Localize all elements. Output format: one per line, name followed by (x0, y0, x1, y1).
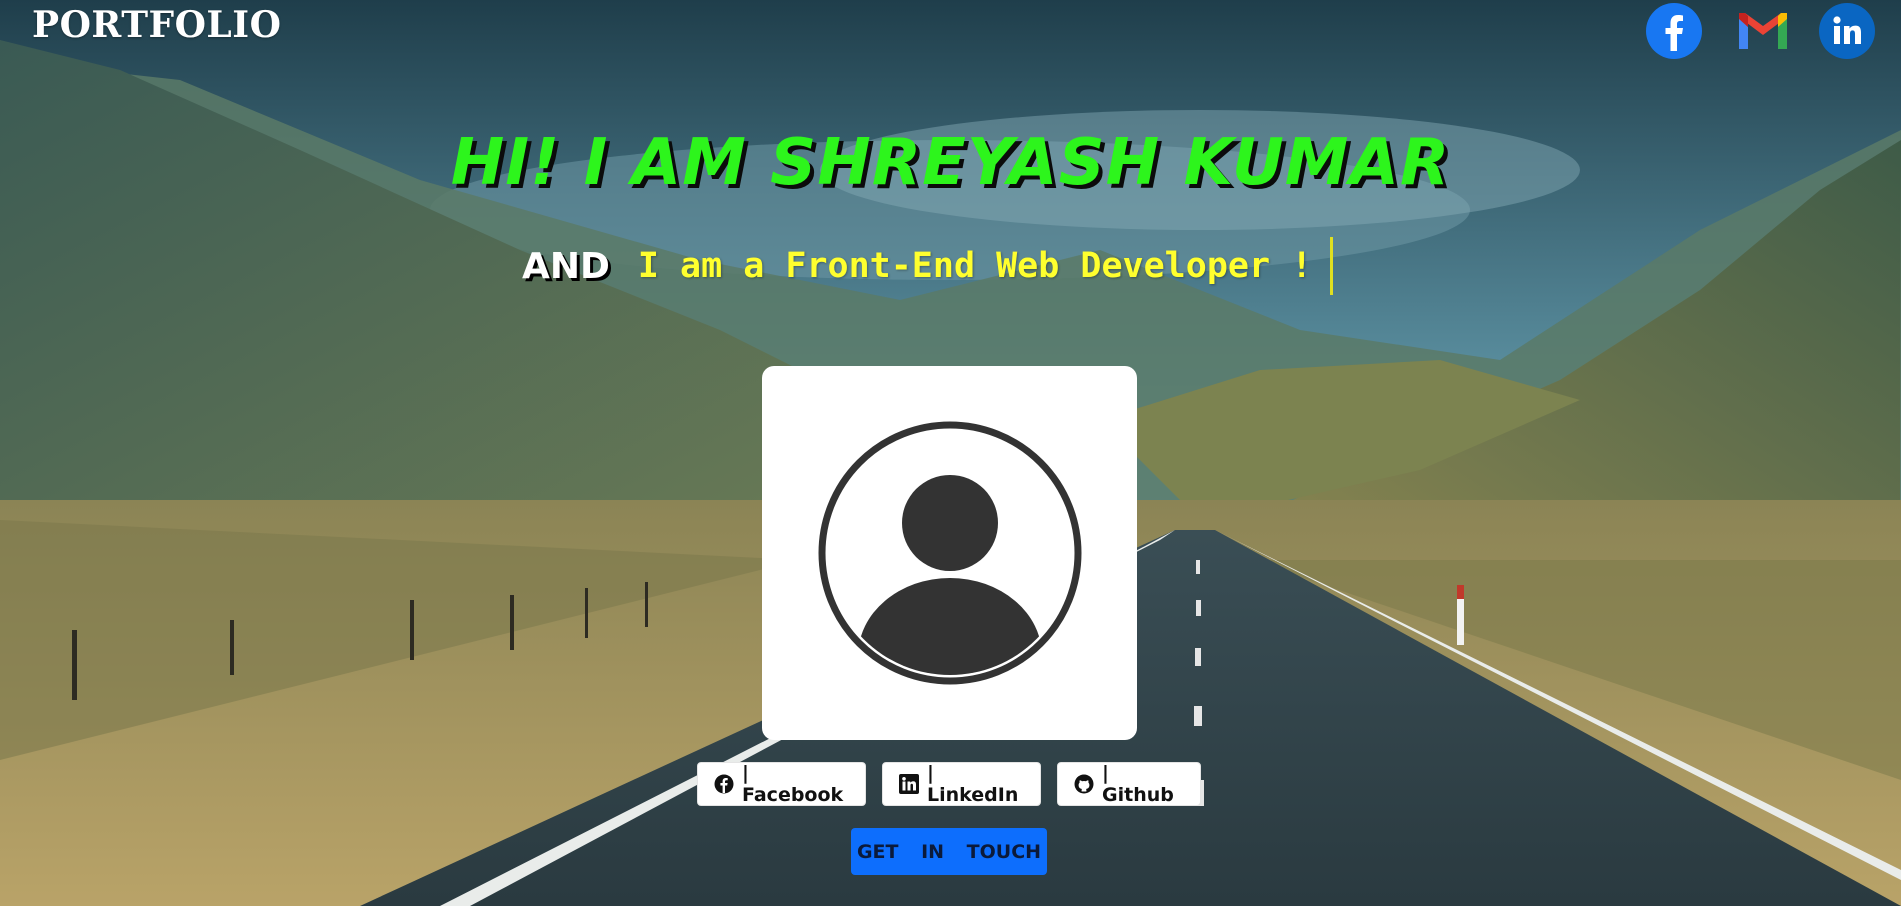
user-avatar-icon (818, 421, 1081, 685)
brand-logo[interactable]: PORTFOLIO (32, 4, 281, 46)
profile-avatar-card (762, 366, 1137, 740)
facebook-link-label: | Facebook (742, 762, 844, 806)
and-label: AND (522, 245, 610, 287)
get-in-touch-button[interactable]: GET IN TOUCH (851, 828, 1047, 875)
typing-caret (1330, 237, 1334, 295)
linkedin-link-button[interactable]: | LinkedIn (882, 762, 1041, 806)
facebook-link-button[interactable]: | Facebook (697, 762, 866, 806)
hero-title: HI! I AM SHREYASH KUMAR (450, 126, 1451, 200)
github-link-button[interactable]: | Github (1057, 762, 1201, 806)
social-links-row: | Facebook | LinkedIn | Github (697, 762, 1201, 806)
facebook-icon[interactable] (1646, 3, 1702, 59)
hero-subline: AND I am a Front-End Web Developer ! (522, 236, 1334, 296)
github-link-label: | Github (1102, 762, 1174, 806)
linkedin-icon (899, 774, 919, 794)
linkedin-icon[interactable] (1819, 3, 1875, 59)
github-icon (1074, 774, 1094, 794)
typed-role-text: I am a Front-End Web Developer ! (637, 246, 1313, 286)
facebook-icon (714, 774, 734, 794)
linkedin-link-label: | LinkedIn (927, 762, 1019, 806)
gmail-icon[interactable] (1735, 3, 1791, 59)
